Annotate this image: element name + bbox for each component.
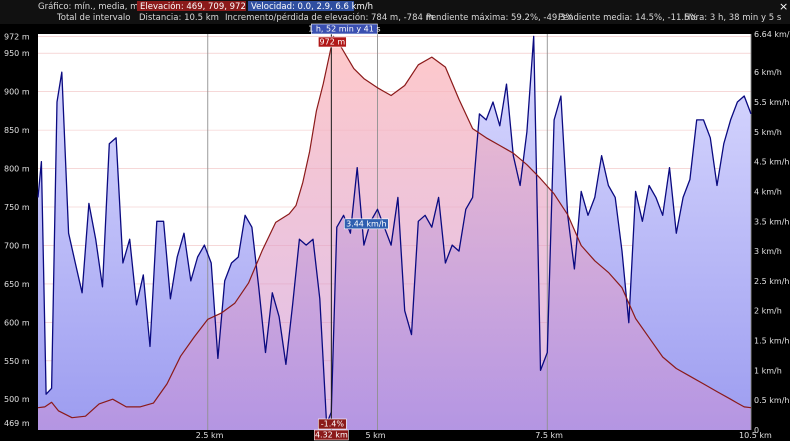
elevation-speed-graph-panel: Gráfico: mín., media, máx. Elevación: 46… — [0, 0, 790, 441]
distance-tick-label: 7.5 km — [535, 431, 563, 440]
speed-tick-label: 4.5 km/h — [754, 158, 789, 167]
elevation-summary-text: Elevación: 469, 709, 972 m — [140, 1, 257, 12]
interval-total-label: Total de intervalo — [56, 13, 131, 23]
close-icon[interactable]: × — [779, 0, 788, 13]
cursor-elevation-badge-text: 972 m — [320, 38, 346, 47]
speed-summary-text: Velocidad: 0.0, 2.9, 6.6 km/h — [251, 2, 373, 12]
elevation-tick-label: 950 m — [4, 49, 30, 58]
elevation-tick-label: 469 m — [4, 419, 30, 428]
distance-summary-text: Distancia: 10.5 km — [139, 13, 219, 23]
elevation-tick-label: 550 m — [4, 357, 30, 366]
max-slope-text: Pendiente máxima: 59.2%, -49.3% — [426, 13, 574, 23]
elevation-tick-label: 600 m — [4, 318, 30, 327]
distance-tick-label: 2.5 km — [196, 431, 224, 440]
distance-tick-label: 5 km — [366, 431, 386, 440]
cursor-slope-badge-text: -1.4% — [321, 420, 345, 429]
elevation-tick-label: 972 m — [4, 32, 30, 41]
graph-range-label: Gráfico: mín., media, máx. — [38, 2, 151, 12]
elevation-tick-label: 700 m — [4, 241, 30, 250]
speed-tick-label: 6 km/h — [754, 68, 782, 77]
speed-tick-label: 5 km/h — [754, 128, 782, 137]
elevation-gain-loss-text: Incremento/pérdida de elevación: 784 m, … — [225, 12, 434, 23]
elevation-tick-label: 750 m — [4, 203, 30, 212]
profile-chart[interactable]: Gráfico: mín., media, máx. Elevación: 46… — [0, 0, 790, 441]
elevation-tick-label: 650 m — [4, 280, 30, 289]
plot-area — [37, 34, 752, 431]
speed-tick-label: 0.5 km/h — [754, 396, 789, 405]
cursor-time-badge-text: 1 h, 52 min y 41 s — [308, 25, 380, 34]
speed-tick-label: 5.5 km/h — [754, 98, 789, 107]
avg-slope-text: Pendiente media: 14.5%, -11.5% — [558, 13, 698, 23]
elevation-tick-label: 900 m — [4, 88, 30, 97]
cursor-distance-badge-text: 4.32 km — [315, 431, 348, 440]
speed-tick-label: 2.5 km/h — [754, 277, 789, 286]
distance-tick-label: 10.5 km — [739, 431, 772, 440]
speed-tick-label: 1 km/h — [754, 366, 782, 375]
elevation-tick-label: 850 m — [4, 126, 30, 135]
elevation-tick-label: 800 m — [4, 165, 30, 174]
elevation-tick-label: 500 m — [4, 395, 30, 404]
speed-tick-label: 1.5 km/h — [754, 337, 789, 346]
speed-tick-label: 3 km/h — [754, 247, 782, 256]
speed-tick-label: 2 km/h — [754, 307, 782, 316]
speed-tick-label: 3.5 km/h — [754, 217, 789, 226]
cursor-speed-badge-text: 3.44 km/h — [346, 219, 387, 228]
speed-tick-label: 6.64 km/h — [754, 30, 790, 39]
total-time-text: Hora: 3 h, 38 min y 5 s — [684, 13, 782, 23]
speed-tick-label: 4 km/h — [754, 187, 782, 196]
